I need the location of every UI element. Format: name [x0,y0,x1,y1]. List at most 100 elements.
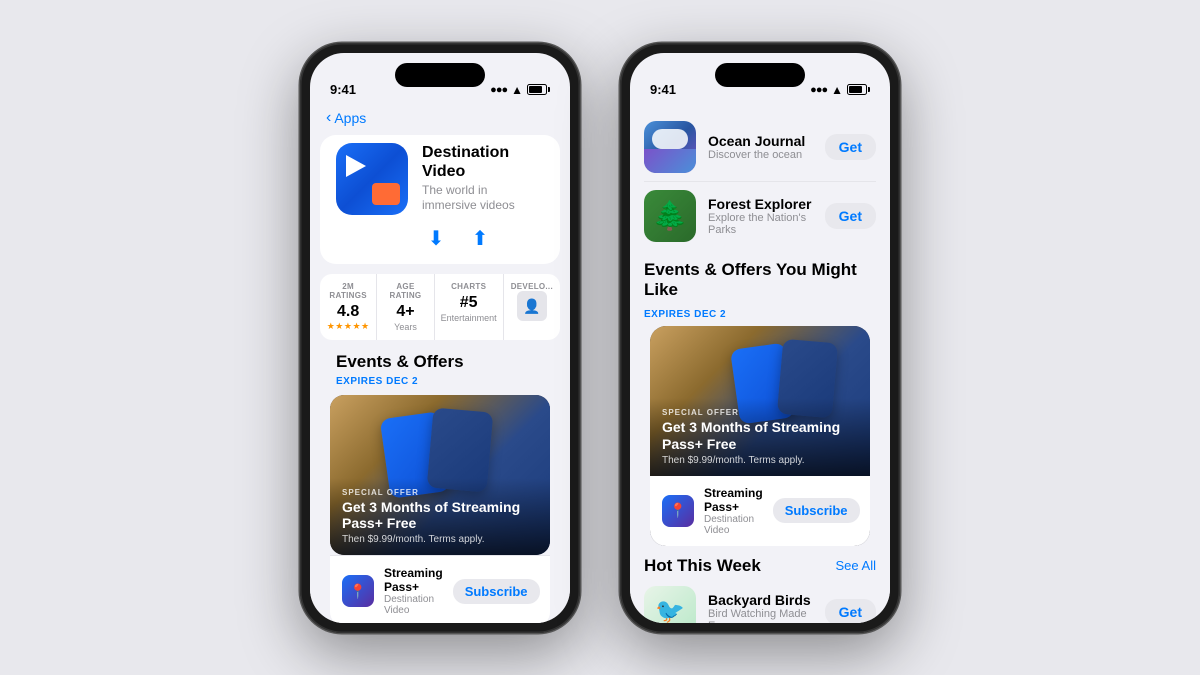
stat-age: AGE RATING 4+ Years [377,274,434,340]
hot-title: Hot This Week [644,556,761,576]
status-icons-2: ●●● ▲ [810,83,870,97]
charts-value: #5 [441,293,497,312]
event-desc-2: Then $9.99/month. Terms apply. [662,455,858,466]
back-link-1[interactable]: ‹ Apps [326,109,554,127]
get-ocean-journal-button[interactable]: Get [825,134,876,160]
battery-icon-1 [527,84,550,95]
status-time-1: 9:41 [330,82,356,97]
event-card-2-wrapper: SPECIAL OFFER Get 3 Months of Streaming … [630,326,890,546]
forest-explorer-info: Forest Explorer Explore the Nation's Par… [708,196,813,236]
app-name: Destination Video [422,143,544,181]
dynamic-island-2 [715,63,805,87]
phone-1: 9:41 ●●● ▲ ‹ Apps [300,43,580,633]
streaming-pass-icon: 📍 [342,575,374,607]
chevron-left-icon: ‹ [326,109,331,127]
hot-header: Hot This Week See All [630,546,890,580]
events-section: Events & Offers EXPIRES DEC 2 SPECIAL OF… [310,352,570,622]
event-card-image: SPECIAL OFFER Get 3 Months of Streaming … [330,395,550,555]
wifi-icon-2: ▲ [831,83,843,97]
forest-explorer-subtitle: Explore the Nation's Parks [708,212,813,236]
subscribe-app: Destination Video [384,594,443,616]
ocean-journal-subtitle: Discover the ocean [708,149,813,161]
ocean-journal-icon [644,121,696,173]
app-subtitle: The world in immersive videos [422,183,544,214]
charts-label: CHARTS [441,282,497,291]
backyard-birds-item[interactable]: 🐦 Backyard Birds Bird Watching Made Easy… [630,580,890,623]
expires-label-2: EXPIRES DEC 2 [644,309,726,320]
list-item-forest-explorer[interactable]: 🌲 Forest Explorer Explore the Nation's P… [644,182,876,250]
phone-2: 9:41 ●●● ▲ [620,43,900,633]
share-icon[interactable]: ⬆ [466,224,494,252]
developer-icon: 👤 [517,291,547,321]
app-icon-destination-video[interactable] [336,143,408,215]
subscribe-row: 📍 Streaming Pass+ Destination Video Subs… [330,555,550,622]
events-title: Events & Offers [320,352,560,372]
event-title-2: Get 3 Months of Streaming Pass+ Free [662,419,858,453]
play-icon [336,143,408,215]
subscribe-info: Streaming Pass+ Destination Video [384,566,443,616]
nav-bar-1: ‹ Apps [310,103,570,135]
app-header: Destination Video The world in immersive… [320,135,560,265]
age-value: 4+ [383,302,427,321]
stat-charts: CHARTS #5 Entertainment [435,274,504,340]
event-card2-bottom: 📍 Streaming Pass+ Destination Video Subs… [650,476,870,546]
stats-row: 2M RATINGS 4.8 ★★★★★ AGE RATING 4+ Years… [320,274,560,340]
screen-content-2: Ocean Journal Discover the ocean Get 🌲 F… [630,103,890,623]
developer-label: DEVELO... [510,282,554,291]
ocean-journal-name: Ocean Journal [708,133,813,149]
ratings-stars: ★★★★★ [326,321,370,332]
subscribe-app-2: Destination Video [704,514,763,536]
status-icons-1: ●●● ▲ [490,83,550,97]
stat-ratings: 2M RATINGS 4.8 ★★★★★ [320,274,377,340]
subscribe-info-2: Streaming Pass+ Destination Video [704,486,763,536]
event-card-2-image: SPECIAL OFFER Get 3 Months of Streaming … [650,326,870,476]
subscribe-name-2: Streaming Pass+ [704,486,763,514]
phone-screen-2: 9:41 ●●● ▲ [630,53,890,623]
charts-sublabel: Entertainment [441,313,497,323]
age-sublabel: Years [383,322,427,332]
forest-explorer-icon: 🌲 [644,190,696,242]
event-special-2: SPECIAL OFFER [662,408,858,417]
subscribe-name: Streaming Pass+ [384,566,443,594]
app-actions: ⬇ ⬆ [422,224,544,252]
events-header-2: Events & Offers You Might Like [630,250,890,304]
event-card-2[interactable]: SPECIAL OFFER Get 3 Months of Streaming … [650,326,870,546]
back-label: Apps [334,110,366,126]
age-label: AGE RATING [383,282,427,300]
backyard-birds-subtitle: Bird Watching Made Easy... [708,608,813,623]
see-all-link[interactable]: See All [836,558,876,573]
backyard-birds-name: Backyard Birds [708,592,813,608]
signal-icon-2: ●●● [810,84,827,96]
status-time-2: 9:41 [650,82,676,97]
battery-icon-2 [847,84,870,95]
app-list-section: Ocean Journal Discover the ocean Get 🌲 F… [630,103,890,250]
backyard-birds-icon: 🐦 [644,586,696,623]
get-backyard-birds-button[interactable]: Get [825,599,876,623]
event-special-label: SPECIAL OFFER [342,488,538,497]
phone-screen-1: 9:41 ●●● ▲ ‹ Apps [310,53,570,623]
wifi-icon-1: ▲ [511,83,523,97]
get-forest-explorer-button[interactable]: Get [825,203,876,229]
streaming-icon-2: 📍 [662,495,694,527]
event-desc: Then $9.99/month. Terms apply. [342,534,538,545]
events-title-2: Events & Offers You Might Like [644,260,876,300]
expires-wrapper-2: EXPIRES DEC 2 [630,304,890,326]
event-overlay-2: SPECIAL OFFER Get 3 Months of Streaming … [650,398,870,476]
list-item-ocean-journal[interactable]: Ocean Journal Discover the ocean Get [644,113,876,182]
backyard-birds-info: Backyard Birds Bird Watching Made Easy..… [708,592,813,623]
expires-label: EXPIRES DEC 2 [320,376,560,387]
event-overlay: SPECIAL OFFER Get 3 Months of Streaming … [330,478,550,556]
signal-icon-1: ●●● [490,84,507,96]
forest-explorer-name: Forest Explorer [708,196,813,212]
stat-developer: DEVELO... 👤 [504,274,560,340]
app-info: Destination Video The world in immersive… [422,143,544,253]
event-card[interactable]: SPECIAL OFFER Get 3 Months of Streaming … [330,395,550,555]
dynamic-island-1 [395,63,485,87]
ocean-journal-info: Ocean Journal Discover the ocean [708,133,813,161]
ratings-label: 2M RATINGS [326,282,370,300]
subscribe-button-2[interactable]: Subscribe [773,498,860,523]
event-title: Get 3 Months of Streaming Pass+ Free [342,499,538,533]
subscribe-button[interactable]: Subscribe [453,579,540,604]
download-icon[interactable]: ⬇ [422,224,450,252]
ratings-value: 4.8 [326,302,370,321]
